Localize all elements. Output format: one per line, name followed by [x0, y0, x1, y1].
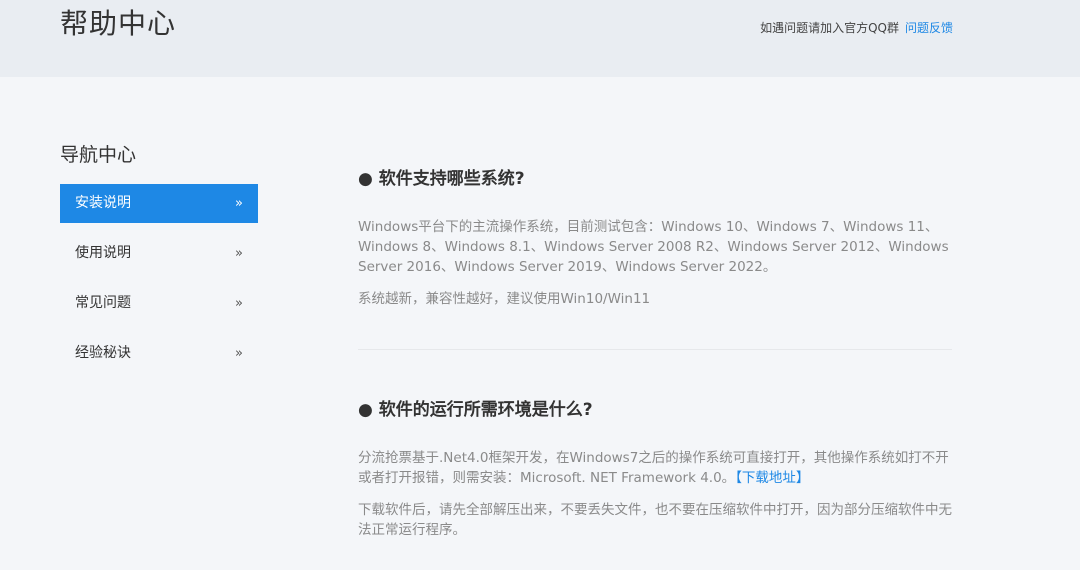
nav-title: 导航中心: [60, 144, 137, 166]
faq-section-systems: ● 软件支持哪些系统? Windows平台下的主流操作系统，目前测试包含：Win…: [358, 164, 952, 309]
section-paragraph: 系统越新，兼容性越好，建议使用Win10/Win11: [358, 291, 651, 307]
double-chevron-right-icon: »: [235, 346, 243, 361]
section-paragraph: 分流抢票基于.Net4.0框架开发，在Windows7之后的操作系统可直接打开，…: [358, 448, 952, 488]
sidebar-item-label: 常见问题: [75, 295, 131, 311]
faq-section-environment: ● 软件的运行所需环境是什么? 分流抢票基于.Net4.0框架开发，在Windo…: [358, 395, 952, 540]
section-title: ● 软件支持哪些系统?: [358, 169, 525, 189]
sidebar-item-tips[interactable]: 经验秘诀 »: [60, 334, 258, 373]
double-chevron-right-icon: »: [235, 296, 243, 311]
feedback-link[interactable]: 问题反馈: [905, 21, 953, 35]
main-content-2: ● 软件的运行所需环境是什么? 分流抢票基于.Net4.0框架开发，在Windo…: [358, 395, 952, 540]
double-chevron-right-icon: »: [235, 196, 243, 211]
download-link[interactable]: 【下载地址】: [735, 470, 809, 486]
section-paragraph-text: 分流抢票基于.Net4.0框架开发，在Windows7之后的操作系统可直接打开，…: [358, 450, 949, 486]
sidebar-item-label: 经验秘诀: [75, 345, 131, 361]
section-paragraph: 下载软件后，请先全部解压出来，不要丢失文件，也不要在压缩软件中打开，因为部分压缩…: [358, 502, 952, 538]
header-notice-area: 如遇问题请加入官方QQ群 问题反馈: [760, 19, 953, 36]
qq-group-notice: 如遇问题请加入官方QQ群: [760, 21, 899, 35]
section-title: ● 软件的运行所需环境是什么?: [358, 400, 593, 420]
section-divider: [358, 349, 952, 350]
sidebar-item-install[interactable]: 安装说明 »: [60, 184, 258, 223]
sidebar-item-label: 安装说明: [75, 195, 131, 211]
page-title: 帮助中心: [60, 7, 177, 40]
sidebar-item-label: 使用说明: [75, 245, 131, 261]
section-paragraph: Windows平台下的主流操作系统，目前测试包含：Windows 10、Wind…: [358, 219, 949, 275]
sidebar-item-usage[interactable]: 使用说明 »: [60, 234, 258, 273]
page-header: 帮助中心 如遇问题请加入官方QQ群 问题反馈: [0, 0, 1080, 77]
sidebar-nav: 安装说明 » 使用说明 » 常见问题 » 经验秘诀 »: [60, 184, 258, 384]
double-chevron-right-icon: »: [235, 246, 243, 261]
main-content: ● 软件支持哪些系统? Windows平台下的主流操作系统，目前测试包含：Win…: [358, 160, 952, 309]
sidebar-item-faq[interactable]: 常见问题 »: [60, 284, 258, 323]
